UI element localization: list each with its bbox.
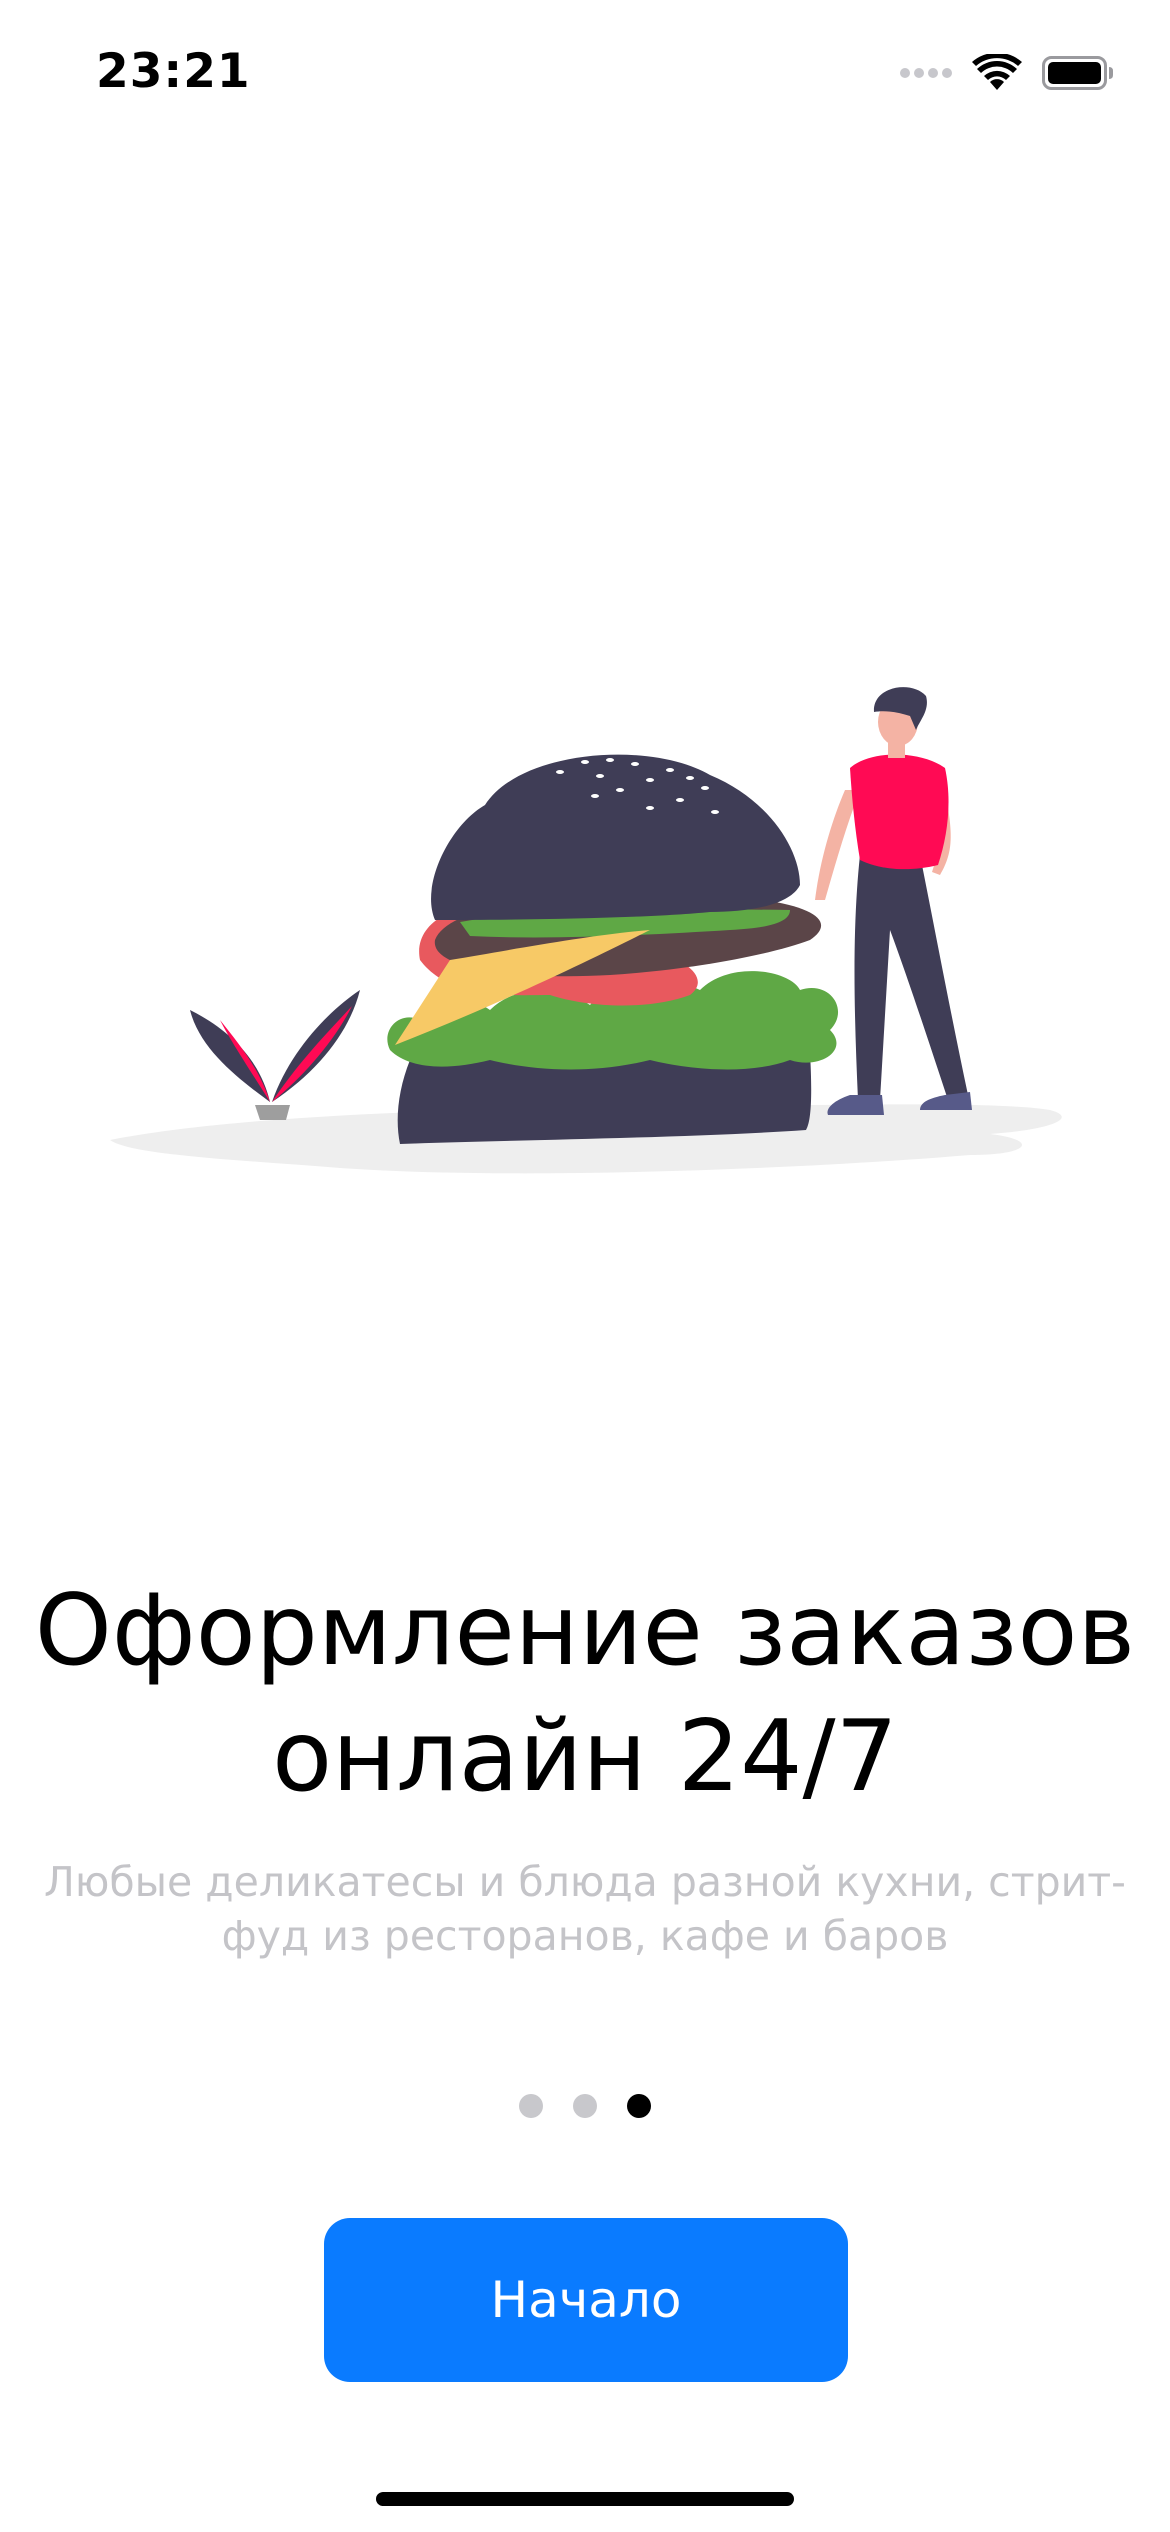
page-dot[interactable]: [519, 2094, 543, 2118]
plant-icon: [190, 990, 360, 1120]
page-indicator[interactable]: [0, 2094, 1170, 2118]
home-indicator[interactable]: [376, 2492, 794, 2506]
person-illustration: [815, 687, 972, 1115]
wifi-icon: [972, 52, 1022, 97]
page-dot[interactable]: [573, 2094, 597, 2118]
status-icons: [900, 52, 1114, 98]
battery-icon: [1042, 55, 1114, 95]
start-button[interactable]: Начало: [324, 2218, 848, 2382]
onboarding-title: Оформление заказов онлайн 24/7: [34, 1574, 1136, 1814]
burger-and-person-illustration: [90, 650, 1090, 1210]
signal-dots-icon: [900, 66, 952, 84]
status-bar: 23:21: [0, 0, 1170, 140]
status-time: 23:21: [96, 44, 251, 99]
onboarding-subtitle: Любые деликатесы и блюда разной кухни, с…: [44, 1858, 1126, 1960]
burger-top-bun: [431, 754, 800, 920]
page-dot-active[interactable]: [627, 2094, 651, 2118]
